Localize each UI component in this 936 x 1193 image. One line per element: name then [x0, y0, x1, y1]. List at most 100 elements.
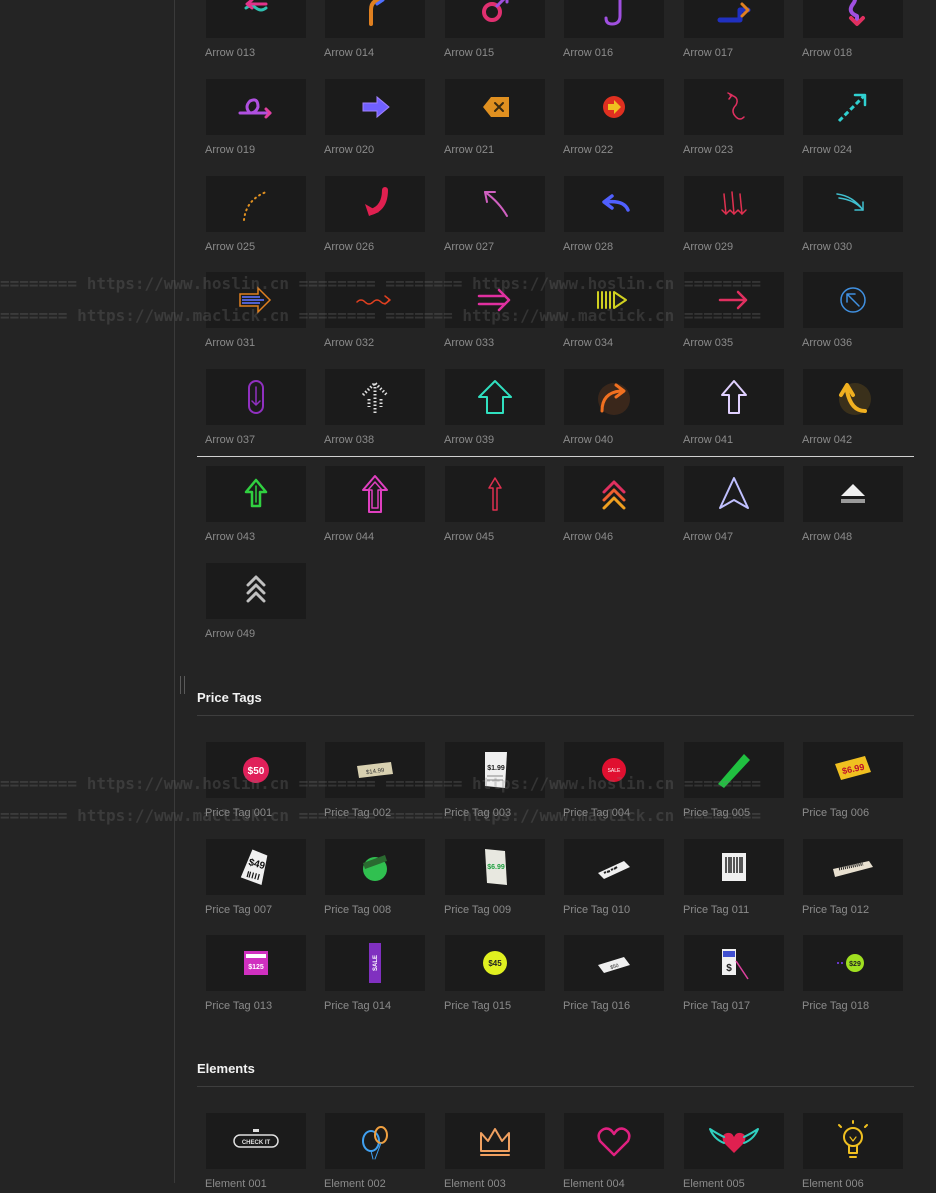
arrow-thumbnail[interactable]	[445, 369, 545, 426]
arrow-thumbnail[interactable]	[206, 175, 306, 232]
price-tag-thumbnail[interactable]: $125	[206, 935, 306, 991]
price-tag-thumbnail[interactable]	[564, 838, 664, 895]
arrow-tile[interactable]: Arrow 024	[802, 78, 904, 159]
price-tag-thumbnail[interactable]: $45	[445, 935, 545, 991]
arrow-thumbnail[interactable]	[684, 175, 784, 232]
arrow-tile[interactable]: Arrow 034	[563, 272, 665, 352]
price-tag-tile[interactable]: $ Price Tag 017	[683, 935, 785, 1015]
arrow-thumbnail[interactable]	[684, 272, 784, 329]
arrow-thumbnail[interactable]	[325, 0, 425, 38]
arrow-tile[interactable]: Arrow 035	[683, 272, 785, 352]
price-tag-tile[interactable]: Price Tag 011	[683, 838, 785, 919]
arrow-tile[interactable]: Arrow 025	[205, 175, 307, 256]
arrow-thumbnail[interactable]	[206, 78, 306, 135]
price-tag-thumbnail[interactable]	[684, 742, 784, 798]
arrow-thumbnail[interactable]	[445, 0, 545, 38]
arrow-thumbnail[interactable]	[803, 272, 903, 329]
arrow-thumbnail[interactable]	[325, 175, 425, 232]
arrow-tile[interactable]: Arrow 017	[683, 0, 785, 62]
price-tag-tile[interactable]: SALE Price Tag 004	[563, 742, 665, 822]
arrow-thumbnail[interactable]	[206, 369, 306, 426]
arrow-tile[interactable]: Arrow 039	[444, 369, 546, 449]
arrow-tile[interactable]: Arrow 049	[205, 562, 307, 643]
arrow-tile[interactable]: Arrow 046	[563, 466, 665, 546]
price-tag-tile[interactable]: $50 Price Tag 001	[205, 742, 307, 822]
price-tag-thumbnail[interactable]: $50	[564, 935, 664, 991]
arrow-thumbnail[interactable]	[803, 466, 903, 522]
arrow-tile[interactable]: Arrow 040	[563, 369, 665, 449]
arrow-tile[interactable]: Arrow 022	[563, 78, 665, 159]
price-tag-thumbnail[interactable]: $50	[206, 742, 306, 798]
arrow-tile[interactable]: Arrow 016	[563, 0, 665, 62]
price-tag-tile[interactable]: $14.99 Price Tag 002	[324, 742, 426, 822]
arrow-tile[interactable]: Arrow 023	[683, 78, 785, 159]
arrow-thumbnail[interactable]	[564, 466, 664, 522]
price-tag-thumbnail[interactable]: $	[684, 935, 784, 991]
price-tag-thumbnail[interactable]: $6.99	[803, 742, 903, 798]
arrow-thumbnail[interactable]	[206, 466, 306, 522]
arrow-tile[interactable]: Arrow 048	[802, 466, 904, 546]
price-tag-tile[interactable]: $50 Price Tag 016	[563, 935, 665, 1015]
element-thumbnail[interactable]	[803, 1113, 903, 1169]
arrow-tile[interactable]: Arrow 028	[563, 175, 665, 256]
arrow-thumbnail[interactable]	[206, 0, 306, 38]
price-tag-thumbnail[interactable]: $49	[206, 838, 306, 895]
arrow-tile[interactable]: Arrow 045	[444, 466, 546, 546]
arrow-thumbnail[interactable]	[325, 272, 425, 329]
arrow-tile[interactable]: Arrow 042	[802, 369, 904, 449]
arrow-thumbnail[interactable]	[803, 78, 903, 135]
price-tag-tile[interactable]: Price Tag 005	[683, 742, 785, 822]
arrow-tile[interactable]: Arrow 043	[205, 466, 307, 546]
price-tag-tile[interactable]: Price Tag 010	[563, 838, 665, 919]
price-tag-tile[interactable]: $45 Price Tag 015	[444, 935, 546, 1015]
price-tag-tile[interactable]: Price Tag 012	[802, 838, 904, 919]
element-thumbnail[interactable]: CHECK IT	[206, 1113, 306, 1169]
arrow-thumbnail[interactable]	[684, 0, 784, 38]
price-tag-tile[interactable]: $6.99 Price Tag 009	[444, 838, 546, 919]
arrow-thumbnail[interactable]	[445, 272, 545, 329]
price-tag-tile[interactable]: SALE Price Tag 014	[324, 935, 426, 1015]
arrow-thumbnail[interactable]	[325, 78, 425, 135]
arrow-tile[interactable]: Arrow 013	[205, 0, 307, 62]
arrow-thumbnail[interactable]	[564, 175, 664, 232]
price-tag-thumbnail[interactable]: $6.99	[445, 838, 545, 895]
element-thumbnail[interactable]	[325, 1113, 425, 1169]
arrow-tile[interactable]: Arrow 047	[683, 466, 785, 546]
element-tile[interactable]: Element 003	[444, 1113, 546, 1193]
arrow-tile[interactable]: Arrow 014	[324, 0, 426, 62]
arrow-tile[interactable]: Arrow 030	[802, 175, 904, 256]
element-tile[interactable]: Element 002	[324, 1113, 426, 1193]
arrow-tile[interactable]: Arrow 033	[444, 272, 546, 352]
arrow-tile[interactable]: Arrow 037	[205, 369, 307, 449]
arrow-thumbnail[interactable]	[445, 78, 545, 135]
price-tag-thumbnail[interactable]	[684, 838, 784, 895]
arrow-thumbnail[interactable]	[803, 369, 903, 426]
element-tile[interactable]: Element 005	[683, 1113, 785, 1193]
price-tag-tile[interactable]: $125 Price Tag 013	[205, 935, 307, 1015]
element-thumbnail[interactable]	[684, 1113, 784, 1169]
arrow-tile[interactable]: Arrow 032	[324, 272, 426, 352]
price-tag-tile[interactable]: $49 Price Tag 007	[205, 838, 307, 919]
arrow-thumbnail[interactable]	[325, 466, 425, 522]
arrow-tile[interactable]: Arrow 021	[444, 78, 546, 159]
arrow-tile[interactable]: Arrow 020	[324, 78, 426, 159]
price-tag-tile[interactable]: Price Tag 008	[324, 838, 426, 919]
price-tag-tile[interactable]: $29 Price Tag 018	[802, 935, 904, 1015]
price-tag-thumbnail[interactable]: $29	[803, 935, 903, 991]
arrow-tile[interactable]: Arrow 018	[802, 0, 904, 62]
arrow-tile[interactable]: Arrow 019	[205, 78, 307, 159]
arrow-thumbnail[interactable]	[684, 369, 784, 426]
arrow-tile[interactable]: Arrow 026	[324, 175, 426, 256]
arrow-tile[interactable]: Arrow 015	[444, 0, 546, 62]
arrow-thumbnail[interactable]	[684, 466, 784, 522]
arrow-tile[interactable]: Arrow 031	[205, 272, 307, 352]
arrow-thumbnail[interactable]	[684, 78, 784, 135]
price-tag-tile[interactable]: $6.99 Price Tag 006	[802, 742, 904, 822]
price-tag-thumbnail[interactable]	[803, 838, 903, 895]
arrow-tile[interactable]: Arrow 036	[802, 272, 904, 352]
arrow-tile[interactable]: Arrow 041	[683, 369, 785, 449]
price-tag-thumbnail[interactable]: $1.99	[445, 742, 545, 798]
arrow-tile[interactable]: Arrow 044	[324, 466, 426, 546]
price-tag-thumbnail[interactable]: SALE	[564, 742, 664, 798]
element-tile[interactable]: CHECK IT Element 001	[205, 1113, 307, 1193]
